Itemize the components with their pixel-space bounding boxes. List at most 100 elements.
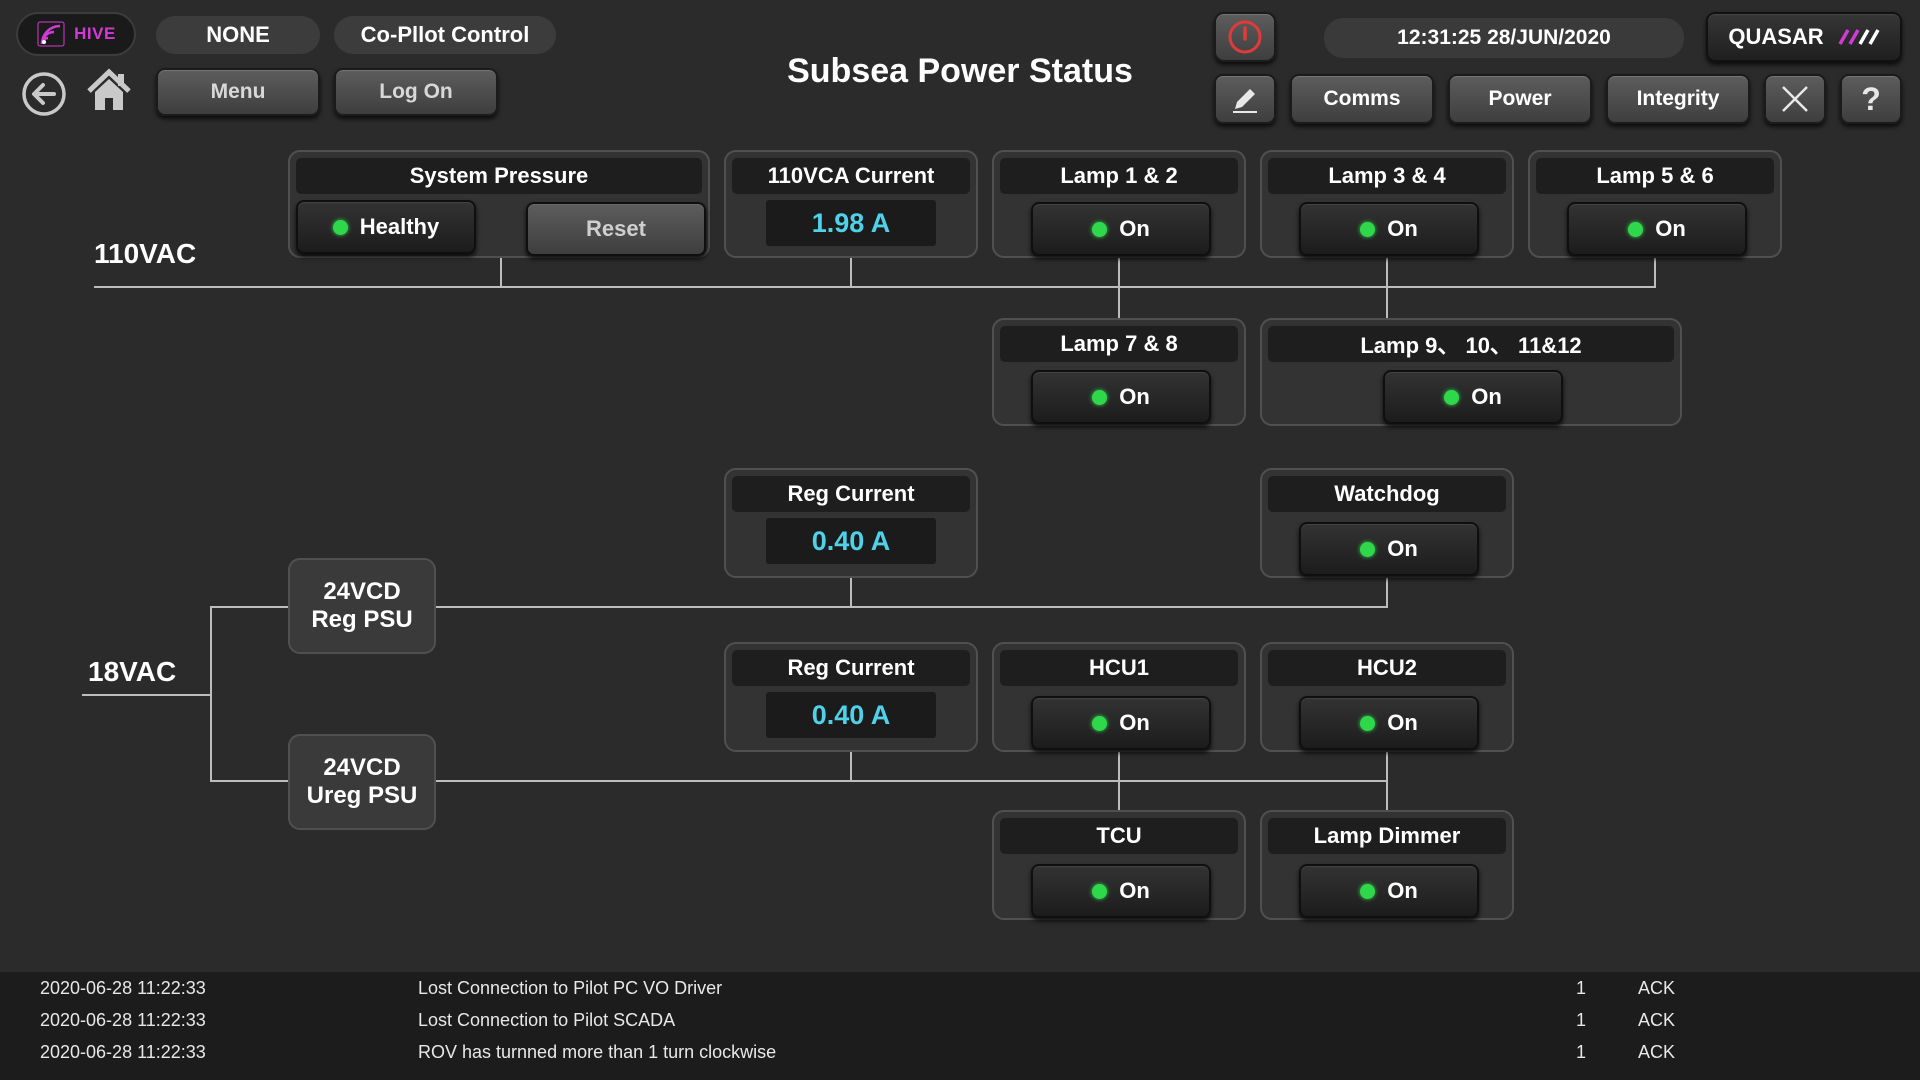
tab-comms[interactable]: Comms (1290, 74, 1434, 124)
reset-button[interactable]: Reset (526, 202, 706, 256)
state-label: On (1655, 216, 1686, 241)
close-x-icon (1782, 86, 1808, 112)
panel-title: TCU (1000, 818, 1238, 854)
psu-line1: 24VCD (323, 578, 401, 605)
help-button[interactable]: ? (1840, 74, 1902, 124)
wire (850, 752, 852, 781)
hcu2-toggle[interactable]: On (1299, 696, 1479, 750)
lamp-5-6-toggle[interactable]: On (1567, 202, 1747, 256)
hive-logo[interactable]: HIVE (16, 12, 136, 56)
lamp-3-4-toggle[interactable]: On (1299, 202, 1479, 256)
wire (500, 258, 502, 287)
system-pressure-status[interactable]: Healthy (296, 200, 476, 254)
panel-title: Lamp 9、 10、 11&12 (1268, 326, 1674, 362)
vehicle-name: QUASAR (1728, 24, 1824, 49)
wire (1118, 258, 1120, 318)
tab-power[interactable]: Power (1448, 74, 1592, 124)
panel-title: Lamp 1 & 2 (1000, 158, 1238, 194)
alarm-time: 2020-06-28 11:22:33 (40, 1010, 206, 1030)
wire (210, 606, 212, 782)
lamp-5-6-panel: Lamp 5 & 6 On (1528, 150, 1782, 258)
current-110vca-panel: 110VCA Current 1.98 A (724, 150, 978, 258)
state-label: On (1119, 878, 1150, 903)
status-dot (1092, 715, 1108, 731)
power-button[interactable] (1214, 12, 1276, 62)
back-button[interactable] (20, 70, 68, 123)
state-label: On (1119, 216, 1150, 241)
close-button[interactable] (1764, 74, 1826, 124)
panel-title: Reg Current (732, 650, 970, 686)
psu-line2: Reg PSU (311, 606, 413, 633)
hcu1-toggle[interactable]: On (1031, 696, 1211, 750)
lamp-1-2-toggle[interactable]: On (1031, 202, 1211, 256)
reg-current-panel: Reg Current 0.40 A (724, 468, 978, 578)
status-dot (1092, 221, 1108, 237)
alarm-count: 1 (1576, 978, 1587, 998)
lamp-9-12-panel: Lamp 9、 10、 11&12 On (1260, 318, 1682, 426)
alarm-message: Lost Connection to Pilot PC VO Driver (418, 978, 723, 998)
panel-title: Reg Current (732, 476, 970, 512)
status-label: Healthy (359, 214, 440, 239)
home-button[interactable] (84, 66, 134, 121)
log-on-button[interactable]: Log On (334, 68, 498, 116)
edit-button[interactable] (1214, 74, 1276, 124)
state-label: On (1387, 878, 1418, 903)
alarm-count: 1 (1576, 1042, 1587, 1062)
datetime-display: 12:31:25 28/JUN/2020 (1324, 18, 1684, 58)
status-dot (1092, 389, 1108, 405)
ureg-psu-rail (436, 780, 1388, 782)
lamp-7-8-toggle[interactable]: On (1031, 370, 1211, 424)
state-label: On (1387, 216, 1418, 241)
panel-title: System Pressure (296, 158, 702, 194)
status-dot (1360, 221, 1376, 237)
alarm-row[interactable]: 2020-06-28 11:22:33 Lost Connection to P… (0, 972, 1920, 1004)
psu-line1: 24VCD (323, 754, 401, 781)
panel-title: 110VCA Current (732, 158, 970, 194)
state-label: On (1119, 384, 1150, 409)
bus-18vac-line (82, 694, 212, 696)
lamp-7-8-panel: Lamp 7 & 8 On (992, 318, 1246, 426)
wire (210, 606, 290, 608)
system-pressure-panel: System Pressure Healthy Reset (288, 150, 710, 258)
power-icon (1228, 20, 1262, 54)
page-title: Subsea Power Status (787, 52, 1133, 90)
watchdog-toggle[interactable]: On (1299, 522, 1479, 576)
status-dot (332, 219, 348, 235)
panel-title: HCU1 (1000, 650, 1238, 686)
watchdog-panel: Watchdog On (1260, 468, 1514, 578)
ureg-psu: 24VCD Ureg PSU (288, 734, 436, 830)
tcu-toggle[interactable]: On (1031, 864, 1211, 918)
lamp-9-12-toggle[interactable]: On (1383, 370, 1563, 424)
alarm-ack[interactable]: ACK (1638, 978, 1675, 999)
status-dot (1628, 221, 1644, 237)
pencil-icon (1233, 89, 1257, 113)
reg-psu-rail (436, 606, 1388, 608)
panel-title: Lamp 7 & 8 (1000, 326, 1238, 362)
logo-text: HIVE (74, 24, 116, 43)
status-dot (1092, 883, 1108, 899)
psu-line2: Ureg PSU (306, 782, 418, 809)
alarm-row[interactable]: 2020-06-28 11:22:33 Lost Connection to P… (0, 1004, 1920, 1036)
wifi-logo-icon (37, 21, 65, 47)
panel-title: HCU2 (1268, 650, 1506, 686)
lamp-dimmer-toggle[interactable]: On (1299, 864, 1479, 918)
wire (850, 258, 852, 287)
bus-110vac-line (94, 286, 1656, 288)
ureg-current-value: 0.40 A (766, 692, 936, 738)
vehicle-quasar-button[interactable]: QUASAR (1706, 12, 1902, 62)
alarm-ack[interactable]: ACK (1638, 1010, 1675, 1031)
alarm-log: 2020-06-28 11:22:33 Lost Connection to P… (0, 972, 1920, 1080)
panel-title: Watchdog (1268, 476, 1506, 512)
quasar-logo-icon (1838, 29, 1880, 45)
reg-psu: 24VCD Reg PSU (288, 558, 436, 654)
control-indicator: Co-Pllot Control (334, 16, 556, 54)
state-label: On (1387, 536, 1418, 561)
home-icon (87, 68, 131, 110)
wire (1118, 752, 1120, 810)
tab-integrity[interactable]: Integrity (1606, 74, 1750, 124)
state-label: On (1119, 710, 1150, 735)
menu-button[interactable]: Menu (156, 68, 320, 116)
alarm-ack[interactable]: ACK (1638, 1042, 1675, 1063)
state-label: On (1471, 384, 1502, 409)
alarm-row[interactable]: 2020-06-28 11:22:33 ROV has turnned more… (0, 1036, 1920, 1068)
